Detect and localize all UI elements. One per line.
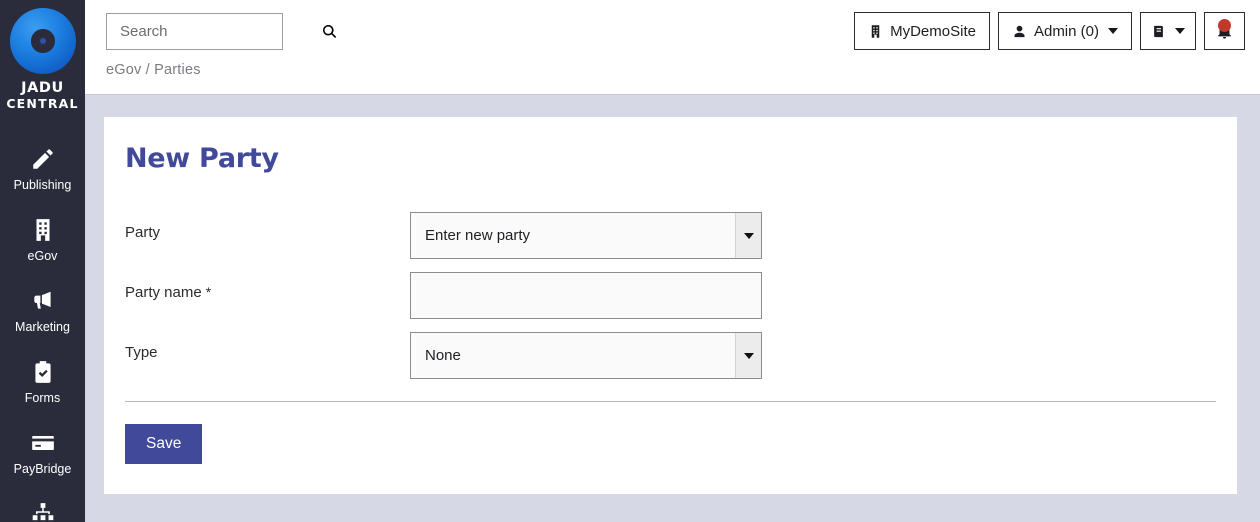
notification-badge — [1218, 18, 1231, 32]
docs-menu-button[interactable] — [1140, 12, 1196, 50]
sidebar-item-publishing[interactable]: Publishing — [0, 133, 85, 204]
field-label: Party name * — [125, 272, 410, 301]
bell-wrap — [1216, 18, 1233, 42]
field-label: Type — [125, 332, 410, 361]
building-icon — [871, 24, 880, 38]
save-button[interactable]: Save — [125, 424, 203, 464]
user-icon — [1014, 25, 1025, 37]
sidebar-item-paybridge[interactable]: PayBridge — [0, 417, 85, 488]
sidebar-nav: Publishing eGov Marketing Forms PayBridg… — [0, 133, 85, 522]
jadu-ring-logo-icon — [9, 8, 76, 74]
notifications-button[interactable] — [1204, 12, 1245, 50]
app-root: JADU CENTRAL Publishing eGov Marketing F… — [0, 0, 1260, 522]
site-selector-button[interactable]: MyDemoSite — [854, 12, 990, 50]
field-label-text: Type — [125, 344, 158, 361]
main-column: eGov / Parties MyDemoSite Admin (0) — [85, 0, 1260, 522]
form-row-party-name: Party name * — [125, 272, 1216, 319]
field-label: Party — [125, 212, 410, 241]
chevron-down-icon[interactable] — [735, 333, 761, 378]
pencil-icon — [32, 149, 53, 169]
field-control — [410, 272, 762, 319]
sidebar-item-label: eGov — [27, 249, 58, 263]
logo-inner-dot — [31, 29, 54, 53]
field-label-text: Party name — [125, 284, 202, 301]
chevron-down-icon — [1108, 28, 1118, 34]
form-divider — [125, 401, 1216, 402]
topbar-actions: MyDemoSite Admin (0) — [854, 12, 1245, 50]
account-menu-label: Admin (0) — [1033, 22, 1099, 40]
book-icon — [1154, 25, 1163, 37]
credit-card-icon — [31, 435, 54, 451]
sidebar-item-label: Publishing — [13, 178, 72, 192]
form-row-party: Party Enter new party — [125, 212, 1216, 259]
required-indicator: * — [205, 284, 212, 300]
chevron-down-icon[interactable] — [735, 213, 761, 258]
topbar: eGov / Parties MyDemoSite Admin (0) — [85, 0, 1260, 95]
building-icon — [36, 219, 49, 241]
party-name-input[interactable] — [410, 272, 762, 319]
search-input[interactable] — [118, 22, 321, 41]
brand-name-line2: CENTRAL — [6, 96, 79, 111]
brand-name-line1: JADU — [21, 80, 64, 96]
type-select-value: None — [425, 347, 461, 364]
sitemap-icon — [32, 503, 53, 521]
new-party-form: Party Enter new party Party name * Type … — [125, 212, 1216, 464]
site-selector-label: MyDemoSite — [890, 22, 976, 40]
sidebar: JADU CENTRAL Publishing eGov Marketing F… — [0, 0, 85, 522]
field-control: None — [410, 332, 762, 379]
field-control: Enter new party — [410, 212, 762, 259]
sidebar-item-egov[interactable]: eGov — [0, 204, 85, 275]
party-select[interactable]: Enter new party — [410, 212, 762, 259]
new-party-card: New Party Party Enter new party Party na… — [104, 117, 1237, 494]
field-label-text: Party — [125, 224, 161, 241]
brand-logo[interactable]: JADU CENTRAL — [6, 0, 78, 111]
type-select[interactable]: None — [410, 332, 762, 379]
form-row-type: Type None — [125, 332, 1216, 379]
brand-name: JADU CENTRAL — [6, 80, 79, 112]
breadcrumb: eGov / Parties — [106, 62, 201, 78]
clipboard-check-icon — [34, 361, 51, 383]
party-select-value: Enter new party — [425, 227, 531, 244]
sidebar-item-sitemap[interactable] — [0, 488, 85, 522]
page-title: New Party — [125, 143, 279, 174]
chevron-down-icon — [1175, 28, 1185, 34]
account-menu-button[interactable]: Admin (0) — [997, 12, 1132, 50]
sidebar-item-label: PayBridge — [13, 462, 72, 476]
search-icon[interactable] — [321, 23, 338, 40]
sidebar-item-label: Forms — [24, 391, 61, 405]
content-area: New Party Party Enter new party Party na… — [85, 95, 1260, 522]
megaphone-icon — [33, 291, 51, 309]
sidebar-item-forms[interactable]: Forms — [0, 346, 85, 417]
search-box[interactable] — [106, 13, 337, 50]
sidebar-item-label: Marketing — [15, 320, 70, 334]
sidebar-item-marketing[interactable]: Marketing — [0, 275, 85, 346]
